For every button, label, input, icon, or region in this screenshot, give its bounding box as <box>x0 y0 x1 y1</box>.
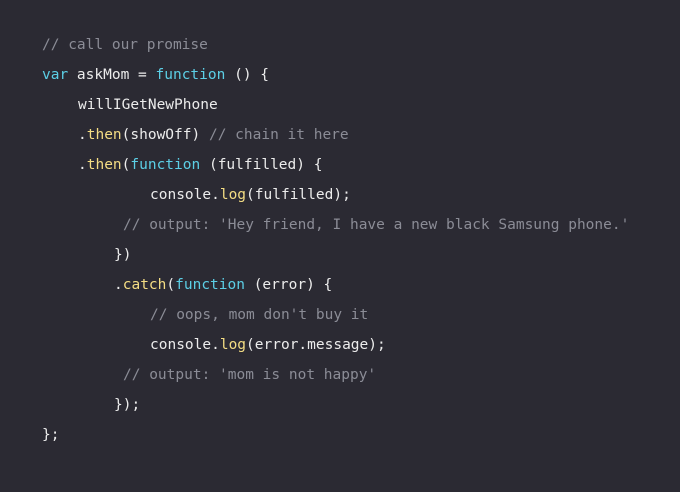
code-line: // oops, mom don't buy it <box>150 300 368 330</box>
code-token-plain: console. <box>150 337 220 353</box>
code-token-comment: // output: 'Hey friend, I have a new bla… <box>123 217 630 233</box>
code-token-keyword: function <box>130 157 201 173</box>
code-line: .then(function (fulfilled) { <box>78 150 322 180</box>
code-token-comment: // chain it here <box>208 127 349 143</box>
code-token-plain: () { <box>225 67 270 83</box>
code-line: }; <box>42 420 59 450</box>
code-token-plain: willIGetNewPhone <box>78 97 218 113</box>
code-line: }); <box>114 390 140 420</box>
code-token-comment: // call our promise <box>42 37 208 53</box>
code-line: willIGetNewPhone <box>78 90 218 120</box>
code-line: // output: 'Hey friend, I have a new bla… <box>123 210 629 240</box>
code-token-func: then <box>86 127 122 143</box>
code-token-plain: console. <box>150 187 220 203</box>
code-token-plain: (error) { <box>244 277 333 293</box>
code-token-keyword: function <box>155 67 226 83</box>
code-block: // call our promise var askMom = functio… <box>0 0 680 492</box>
code-line: console.log(error.message); <box>150 330 386 360</box>
code-line: .then(showOff) // chain it here <box>78 120 349 150</box>
code-token-plain: (showOff) <box>121 127 209 143</box>
code-line: }) <box>114 240 131 270</box>
code-line: // call our promise <box>42 30 208 60</box>
code-token-plain: (fulfilled); <box>246 187 351 203</box>
code-token-plain: askMom = <box>68 67 156 83</box>
code-line: console.log(fulfilled); <box>150 180 351 210</box>
code-token-func: log <box>219 337 247 353</box>
code-token-plain: (fulfilled) { <box>200 157 323 173</box>
code-token-func: catch <box>122 277 167 293</box>
code-token-plain: . <box>78 157 87 173</box>
code-token-plain: . <box>78 127 87 143</box>
code-line: // output: 'mom is not happy' <box>123 360 376 390</box>
code-token-comment: // output: 'mom is not happy' <box>123 367 377 383</box>
code-token-comment: // oops, mom don't buy it <box>150 307 369 323</box>
code-token-plain: }; <box>42 427 60 443</box>
code-token-plain: }) <box>114 247 132 263</box>
code-token-func: log <box>219 187 247 203</box>
code-token-plain: (error.message); <box>246 337 386 353</box>
code-line: .catch(function (error) { <box>114 270 332 300</box>
code-token-plain: ( <box>166 277 176 293</box>
code-line: var askMom = function () { <box>42 60 269 90</box>
code-token-func: then <box>86 157 122 173</box>
code-token-keyword: function <box>175 277 245 293</box>
code-token-plain: . <box>114 277 123 293</box>
code-token-plain: }); <box>114 397 141 413</box>
code-token-keyword: var <box>42 67 69 83</box>
